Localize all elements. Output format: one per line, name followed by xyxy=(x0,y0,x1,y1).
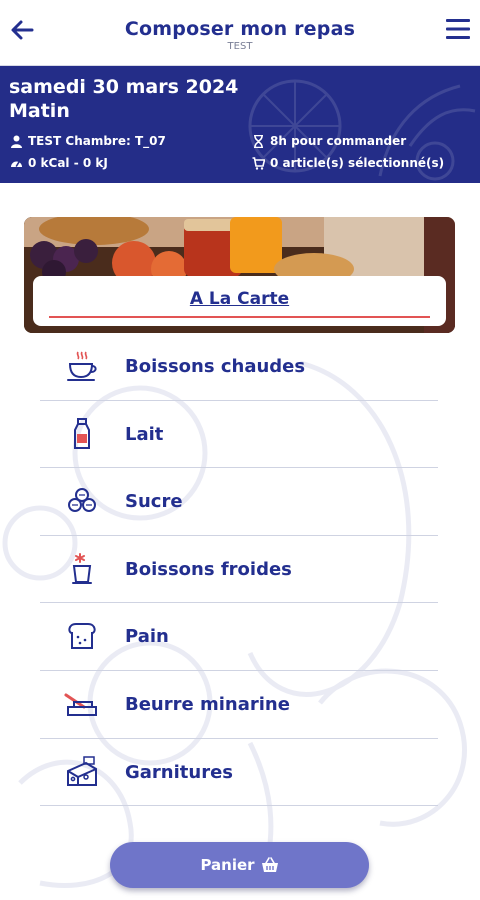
bread-icon xyxy=(68,623,96,650)
category-label: Boissons chaudes xyxy=(125,356,306,377)
shopping-cart-icon xyxy=(252,156,265,170)
category-item-boissons-froides[interactable]: Boissons froides xyxy=(40,536,438,604)
header-titles: Composer mon repas TEST xyxy=(60,18,420,52)
a-la-carte-card[interactable]: A La Carte xyxy=(33,276,446,326)
cart-button-label: Panier xyxy=(200,856,255,874)
calories-text: 0 kCal - 0 kJ xyxy=(28,156,108,170)
cart-button[interactable]: Panier xyxy=(110,842,369,888)
a-la-carte-banner[interactable]: A La Carte xyxy=(24,217,455,333)
patient-info: TEST Chambre: T_07 xyxy=(10,134,166,148)
back-arrow-icon[interactable] xyxy=(8,16,36,44)
milk-bottle-icon xyxy=(74,417,90,449)
hot-drink-icon xyxy=(67,351,97,381)
category-item-pain[interactable]: Pain xyxy=(40,603,438,671)
page-subtitle: TEST xyxy=(227,41,253,52)
user-icon xyxy=(11,135,22,148)
category-label: Sucre xyxy=(125,491,183,513)
category-item-boissons-chaudes[interactable]: Boissons chaudes xyxy=(40,333,438,401)
meal-date: samedi 30 mars 2024 xyxy=(9,76,239,98)
category-item-lait[interactable]: Lait xyxy=(40,401,438,469)
patient-room-text: TEST Chambre: T_07 xyxy=(28,134,166,148)
basket-icon xyxy=(261,857,278,872)
category-item-beurre-minarine[interactable]: Beurre minarine xyxy=(40,671,438,739)
cold-drink-icon xyxy=(72,552,92,584)
category-list: Boissons chaudes Lait Sucre Boissons fro… xyxy=(40,333,438,807)
category-label: Boissons froides xyxy=(125,558,292,580)
category-label: Pain xyxy=(125,626,169,648)
selected-count-text: 0 article(s) sélectionné(s) xyxy=(270,156,445,170)
page-title: Composer mon repas xyxy=(124,18,356,40)
butter-icon xyxy=(64,693,97,716)
meal-info-band: samedi 30 mars 2024 Matin TEST Chambre: … xyxy=(0,66,480,183)
category-item-sucre[interactable]: Sucre xyxy=(40,468,438,536)
gauge-icon xyxy=(11,160,22,167)
selection-info: 0 article(s) sélectionné(s) xyxy=(252,156,444,170)
category-item-garnitures[interactable]: Garnitures xyxy=(40,739,438,807)
category-label: Lait xyxy=(125,423,164,445)
deadline-text: 8h pour commander xyxy=(270,134,407,148)
category-label: Beurre minarine xyxy=(125,693,290,715)
category-label: Garnitures xyxy=(125,761,233,783)
meal-period: Matin xyxy=(9,100,70,122)
a-la-carte-link[interactable]: A La Carte xyxy=(33,289,446,309)
sugar-cubes-icon xyxy=(68,488,96,513)
cheese-icon xyxy=(67,755,97,786)
deadline-info: 8h pour commander xyxy=(252,134,406,148)
hamburger-menu-icon[interactable] xyxy=(446,18,470,40)
hourglass-icon xyxy=(254,134,263,148)
energy-info: 0 kCal - 0 kJ xyxy=(10,156,108,170)
app-header: Composer mon repas TEST xyxy=(0,0,480,66)
banner-accent-line xyxy=(49,316,430,318)
